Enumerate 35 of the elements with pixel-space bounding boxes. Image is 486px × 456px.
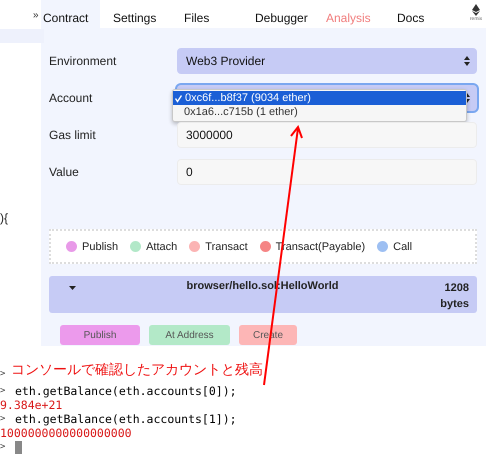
console-command: eth.getBalance(eth.accounts[1]); (15, 412, 237, 426)
tab[interactable]: Debugger (253, 0, 324, 28)
annotation-text: コンソールで確認したアカウントと残高 (11, 361, 263, 379)
console-output: 1000000000000000000 (0, 426, 132, 440)
legend-label: Publish (82, 240, 118, 252)
field-label: Environment (49, 54, 118, 68)
select-field[interactable]: Web3 Provider (177, 48, 477, 74)
field-label: Value (49, 165, 80, 179)
tab[interactable]: Contract (41, 0, 100, 28)
action-button[interactable]: At Address (149, 325, 230, 345)
collapse-toggle[interactable]: » (33, 10, 39, 21)
tab[interactable]: Docs (395, 0, 466, 28)
action-button[interactable]: Publish (60, 325, 140, 345)
prompt-symbol: > (0, 386, 6, 396)
text-cursor (15, 440, 22, 454)
field-label: Account (49, 91, 94, 105)
field-label: Gas limit (49, 128, 97, 142)
console-output: 9.384e+21 (0, 398, 62, 412)
legend-label: Call (393, 240, 412, 252)
prompt-symbol: > (0, 442, 6, 452)
legend-label: Attach (146, 240, 178, 252)
prompt-symbol: > (0, 414, 6, 424)
prompt-symbol: > (0, 369, 6, 379)
tab[interactable]: Settings (111, 0, 182, 28)
tab[interactable]: Files (182, 0, 253, 28)
legend-label: Transact (205, 240, 248, 252)
input-field[interactable]: 0 (177, 159, 477, 185)
dropdown-option[interactable]: 0x1a6...c715b (1 ether) (173, 105, 466, 119)
up-down-arrows-icon (464, 56, 470, 66)
ethereum-diamond-icon (472, 4, 480, 16)
input-field[interactable]: 3000000 (177, 122, 477, 148)
caret-icon (69, 286, 76, 290)
console-command: eth.getBalance(eth.accounts[0]); (15, 384, 237, 398)
dropdown-option[interactable]: 0xc6f...b8f37 (9034 ether) (173, 91, 466, 105)
code-fragment: ){ (0, 211, 8, 225)
